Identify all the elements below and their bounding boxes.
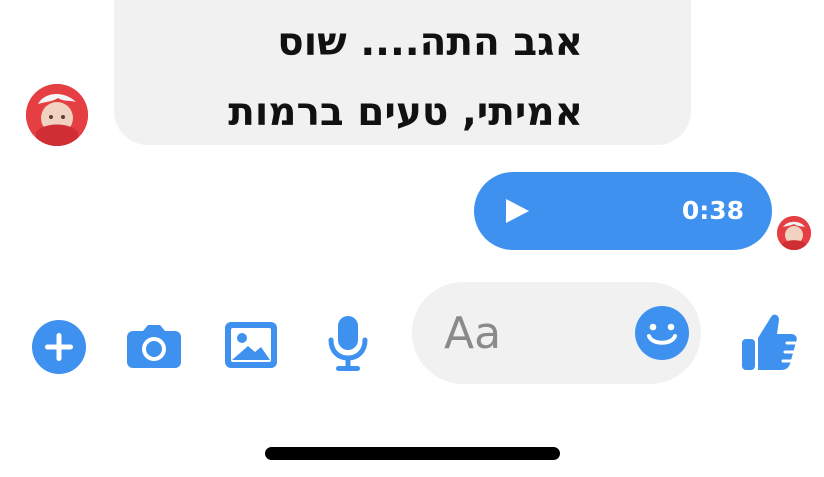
audio-duration: 0:38	[681, 196, 744, 225]
camera-icon[interactable]	[125, 322, 183, 370]
plus-icon[interactable]	[32, 320, 86, 374]
incoming-message-text: אגב התה.... שוס אמיתי, טעים ברמות	[63, 8, 583, 148]
audio-message-bubble[interactable]: 0:38	[474, 172, 772, 250]
home-indicator	[265, 447, 560, 460]
incoming-message-line-2: אמיתי, טעים ברמות	[228, 90, 583, 135]
mic-icon[interactable]	[326, 314, 370, 372]
play-icon[interactable]	[502, 196, 532, 226]
contact-avatar[interactable]	[26, 84, 88, 146]
incoming-message-bubble[interactable]: אגב התה.... שוס אמיתי, טעים ברמות	[114, 0, 691, 145]
message-input[interactable]	[444, 306, 614, 360]
message-composer[interactable]	[412, 282, 701, 384]
thumbs-up-icon[interactable]	[740, 312, 798, 374]
emoji-icon[interactable]	[634, 305, 690, 361]
gallery-icon[interactable]	[223, 320, 279, 370]
incoming-message-line-1: אגב התה.... שוס	[277, 20, 583, 65]
seen-by-avatar	[777, 216, 811, 250]
